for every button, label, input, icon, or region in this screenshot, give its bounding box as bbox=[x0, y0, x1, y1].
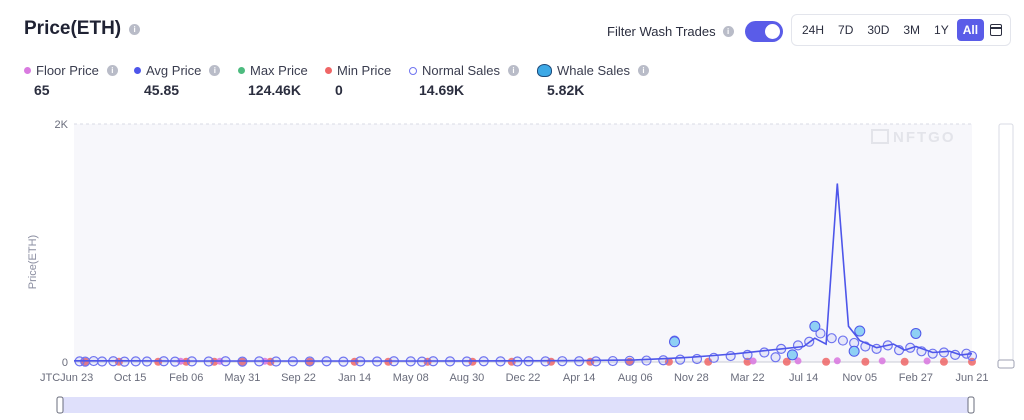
normal-sale-point bbox=[966, 350, 978, 362]
min-price-point bbox=[822, 357, 831, 366]
whale-sale-point bbox=[854, 325, 866, 337]
normal-sale-point bbox=[759, 347, 770, 358]
range-scrollbar bbox=[60, 397, 972, 413]
normal-sale-point bbox=[927, 348, 938, 359]
y-axis-label: Price(ETH) bbox=[27, 235, 39, 289]
plot-area bbox=[74, 124, 972, 362]
normal-sale-point bbox=[837, 335, 849, 346]
x-tick-label: May 31 bbox=[224, 372, 260, 384]
y-tick-label: 2K bbox=[55, 119, 69, 131]
x-tick-label: Jun 21 bbox=[955, 372, 988, 384]
min-price-point bbox=[939, 357, 948, 366]
range-handle-left bbox=[56, 396, 64, 414]
whale-sale-point bbox=[910, 327, 922, 339]
x-tick-label: Nov 05 bbox=[842, 372, 877, 384]
normal-sale-point bbox=[607, 355, 618, 367]
x-tick-label: Dec 22 bbox=[506, 372, 541, 384]
normal-sale-point bbox=[119, 356, 130, 367]
whale-sale-point bbox=[669, 336, 681, 348]
min-price-point bbox=[900, 357, 909, 366]
normal-sale-point bbox=[792, 340, 804, 351]
whale-sale-point bbox=[848, 345, 860, 357]
whale-sale-point bbox=[786, 349, 798, 361]
x-tick-label: Sep 22 bbox=[281, 372, 316, 384]
floor-price-point bbox=[923, 357, 931, 365]
min-price-point bbox=[861, 357, 870, 366]
x-tick-label: Aug 06 bbox=[618, 372, 653, 384]
normal-sale-point bbox=[590, 356, 602, 367]
normal-sale-point bbox=[80, 356, 91, 367]
x-tick-label: Feb 06 bbox=[169, 372, 203, 384]
vertical-scroll-track bbox=[998, 123, 1014, 369]
normal-sale-point bbox=[770, 352, 781, 363]
x-tick-label: Nov 28 bbox=[674, 372, 709, 384]
whale-sale-point bbox=[809, 320, 821, 332]
floor-price-point bbox=[833, 357, 841, 365]
normal-sale-point bbox=[658, 355, 669, 366]
x-tick-label: Apr 14 bbox=[563, 372, 595, 384]
x-tick-label: Feb 27 bbox=[899, 372, 933, 384]
vertical-scroll-handle bbox=[997, 359, 1015, 369]
normal-sale-point bbox=[624, 355, 635, 366]
price-chart[interactable]: NFTGO 0 2K Price(ETH) JTCJun 23 Oct 15 Feb 06 M… bbox=[0, 0, 1024, 420]
x-tick-label: Mar 22 bbox=[730, 372, 764, 384]
watermark: NFTGO bbox=[893, 129, 956, 146]
x-tick-label: Oct 15 bbox=[114, 372, 146, 384]
normal-sale-point bbox=[641, 355, 652, 366]
normal-sale-point bbox=[675, 354, 686, 365]
x-tick-label: JTCJun 23 bbox=[40, 372, 93, 384]
x-tick-label: Jul 14 bbox=[789, 372, 818, 384]
x-tick-label: Jan 14 bbox=[338, 372, 371, 384]
y-tick-label: 0 bbox=[62, 357, 68, 369]
range-handle-right bbox=[967, 396, 975, 414]
floor-price-point bbox=[878, 357, 886, 365]
normal-sale-point bbox=[725, 350, 736, 362]
x-tick-label: May 08 bbox=[393, 372, 429, 384]
normal-sale-point bbox=[826, 333, 837, 344]
x-tick-label: Aug 30 bbox=[449, 372, 484, 384]
